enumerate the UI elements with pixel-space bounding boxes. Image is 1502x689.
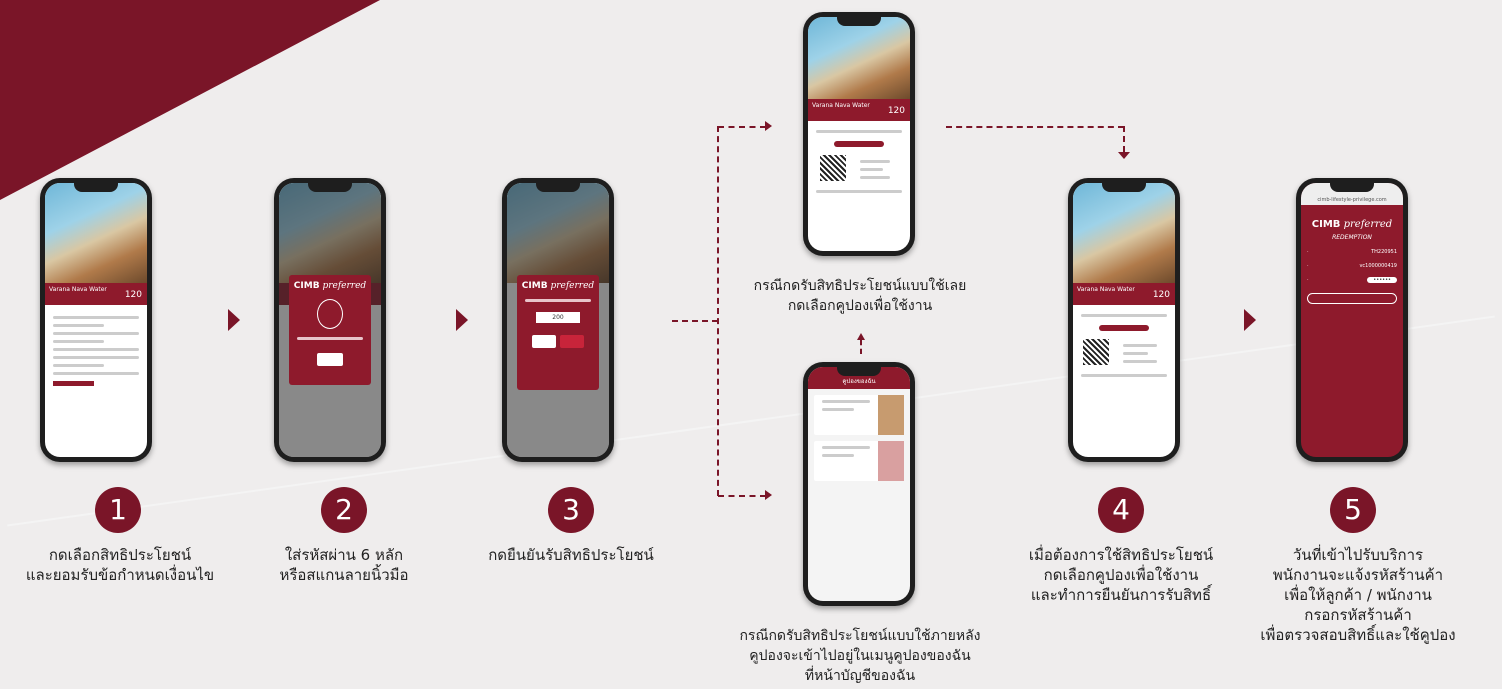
phone-step-5: cimb-lifestyle-privilege.com CIMB prefer…: [1296, 178, 1408, 462]
hotel-band: Varana Nava Water 120: [808, 99, 910, 121]
coupon-card[interactable]: [814, 395, 904, 435]
code-row: · ••••••: [1307, 277, 1397, 283]
phone-screen: คูปองของฉัน: [808, 367, 910, 601]
connector: [860, 340, 862, 354]
phone-notch: [74, 183, 118, 192]
connector: [718, 126, 766, 128]
connector: [946, 126, 1124, 128]
arrow-head: [765, 121, 772, 131]
use-coupon-button[interactable]: [1099, 325, 1149, 331]
step-3-caption: กดยืนยันรับสิทธิประโยชน์: [488, 546, 654, 564]
use-later-caption: กรณีกดรับสิทธิประโยชน์แบบใช้ภายหลัง คูปอ…: [739, 628, 981, 684]
arrow-head: [857, 333, 865, 340]
redemption-title: REDEMPTION: [1332, 234, 1372, 241]
phone-screen: Varana Nava Water 120: [808, 17, 910, 251]
hotel-band: Varana Nava Water 120: [1073, 283, 1175, 305]
coupon-row: · vc1000000419: [1307, 263, 1397, 269]
step-1-badge: 1: [95, 487, 141, 533]
phone-screen: Varana Nava Water 120: [1073, 183, 1175, 457]
step-4-badge: 4: [1098, 487, 1144, 533]
confirm-modal: CIMB preferred 200: [517, 275, 599, 390]
phone-notch: [1102, 183, 1146, 192]
cimb-logo: CIMB preferred: [1311, 219, 1393, 230]
phone-screen: CIMB preferred: [279, 183, 381, 457]
phone-screen: cimb-lifestyle-privilege.com CIMB prefer…: [1301, 183, 1403, 457]
phone-screen: CIMB preferred 200: [507, 183, 609, 457]
hotel-name: Varana Nava Water: [49, 286, 107, 293]
hotel-band: Varana Nava Water 120: [45, 283, 147, 305]
connector: [672, 320, 718, 322]
phone-notch: [536, 183, 580, 192]
hotel-image: [1073, 183, 1175, 283]
connector: [718, 495, 766, 497]
shop-code-row: · TH220951: [1307, 249, 1397, 255]
step-1-caption: กดเลือกสิทธิประโยชน์ และยอมรับข้อกำหนดเง…: [25, 546, 215, 584]
fingerprint-icon: [317, 299, 343, 329]
phone-use-now: Varana Nava Water 120: [803, 12, 915, 256]
cimb-logo: CIMB preferred: [521, 281, 595, 291]
step-2-badge: 2: [321, 487, 367, 533]
accept-button[interactable]: [560, 335, 584, 348]
step-5-badge: 5: [1330, 487, 1376, 533]
phone-notch: [308, 183, 352, 192]
phone-step-2: CIMB preferred: [274, 178, 386, 462]
phone-step-4: Varana Nava Water 120: [1068, 178, 1180, 462]
phone-notch: [1330, 183, 1374, 192]
step-2-caption: ใส่รหัสผ่าน 6 หลัก หรือสแกนลายนิ้วมือ: [279, 546, 409, 584]
phone-notch: [837, 17, 881, 26]
step-3-badge: 3: [548, 487, 594, 533]
points-value: 120: [124, 290, 142, 300]
phone-step-1: Varana Nava Water 120: [40, 178, 152, 462]
points-input[interactable]: 200: [536, 312, 580, 323]
arrow-4-to-5: [1244, 309, 1256, 331]
use-now-caption: กรณีกดรับสิทธิประโยชน์แบบใช้เลย กดเลือกค…: [753, 278, 967, 314]
cancel-button[interactable]: [532, 335, 556, 348]
connector: [1123, 126, 1125, 152]
confirm-button[interactable]: [317, 353, 343, 366]
cimb-logo: CIMB preferred: [293, 281, 367, 291]
coupon-card[interactable]: [814, 441, 904, 481]
arrow-head: [765, 490, 772, 500]
phone-notch: [837, 367, 881, 376]
qr-code: [1083, 339, 1109, 365]
brand-corner: [0, 0, 380, 200]
passcode-modal: CIMB preferred: [289, 275, 371, 385]
hotel-image: [45, 183, 147, 283]
phone-screen: Varana Nava Water 120: [45, 183, 147, 457]
phone-use-later: คูปองของฉัน: [803, 362, 915, 606]
code-input[interactable]: ••••••: [1367, 277, 1397, 283]
hotel-image: [808, 17, 910, 99]
arrow-head: [1118, 152, 1130, 159]
step-4-caption: เมื่อต้องการใช้สิทธิประโยชน์ กดเลือกคูปอ…: [1028, 546, 1214, 604]
step-5-caption: วันที่เข้าไปรับบริการ พนักงานจะแจ้งรหัสร…: [1260, 546, 1456, 644]
qr-code: [820, 155, 846, 181]
submit-button[interactable]: [1307, 293, 1397, 304]
arrow-2-to-3: [456, 309, 468, 331]
arrow-1-to-2: [228, 309, 240, 331]
phone-step-3: CIMB preferred 200: [502, 178, 614, 462]
